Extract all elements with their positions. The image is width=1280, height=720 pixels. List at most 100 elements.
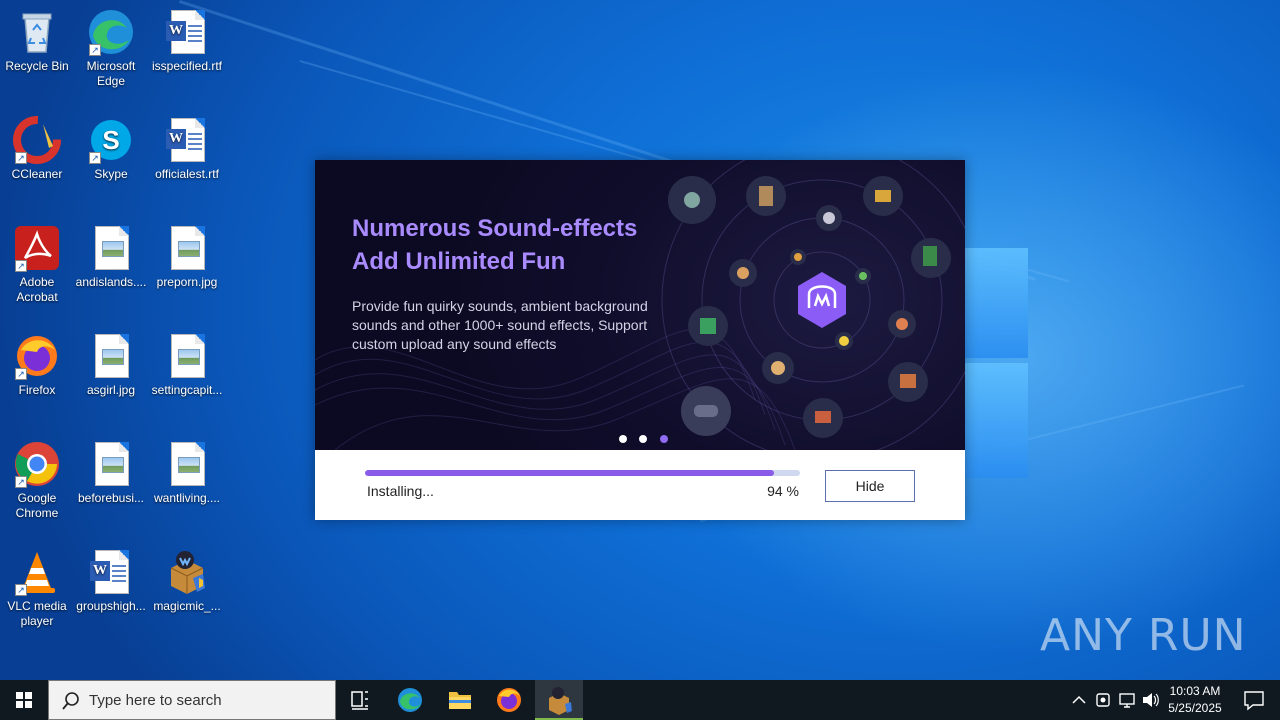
- installer-window: Numerous Sound-effects Add Unlimited Fun…: [315, 160, 965, 520]
- icon-label: Adobe Acrobat: [16, 275, 58, 304]
- security-icon: [1096, 693, 1110, 707]
- image-file-icon: [163, 224, 211, 272]
- desktop-icon-settingcapit-jpg[interactable]: settingcapit...: [150, 332, 224, 398]
- desktop-icon-isspecified-rtf[interactable]: W isspecified.rtf: [150, 8, 224, 74]
- icon-label: VLC media player: [7, 599, 67, 628]
- image-file-icon: [163, 332, 211, 380]
- desktop-icon-skype[interactable]: S ↗ Skype: [74, 116, 148, 182]
- taskbar-firefox[interactable]: [485, 680, 533, 720]
- word-document-icon: W: [163, 116, 211, 164]
- desktop-icon-ccleaner[interactable]: ↗ CCleaner: [0, 116, 74, 182]
- vlc-cone-icon: ↗: [13, 548, 61, 596]
- desktop-icon-microsoft-edge[interactable]: ↗ Microsoft Edge: [74, 8, 148, 89]
- desktop-icon-andislands-jpg[interactable]: andislands....: [74, 224, 148, 290]
- icon-label: isspecified.rtf: [151, 59, 223, 73]
- desktop-icon-magicmic-installer[interactable]: magicmic_...: [150, 548, 224, 614]
- desktop-icon-groupshigh-rtf[interactable]: W groupshigh...: [74, 548, 148, 614]
- google-chrome-icon: ↗: [13, 440, 61, 488]
- icon-label: Firefox: [18, 383, 56, 397]
- installer-package-icon: [163, 548, 211, 596]
- carousel-dot-1[interactable]: [619, 435, 627, 443]
- carousel-dots: [619, 430, 676, 443]
- install-status-text: Installing...: [367, 483, 434, 499]
- folder-icon: [449, 692, 471, 709]
- firefox-icon: [497, 688, 521, 712]
- desktop-icon-beforebusi-jpg[interactable]: beforebusi...: [74, 440, 148, 506]
- icon-label: wantliving....: [153, 491, 221, 505]
- windows-start-icon: [16, 692, 32, 708]
- show-hidden-icons-button[interactable]: [1068, 680, 1090, 720]
- tray-defender[interactable]: [1092, 680, 1114, 720]
- taskbar-search-box[interactable]: Type here to search: [48, 680, 336, 720]
- task-view-icon: [351, 691, 368, 710]
- notification-center-button[interactable]: [1234, 680, 1274, 720]
- icon-label: preporn.jpg: [156, 275, 218, 289]
- image-file-icon: [163, 440, 211, 488]
- icon-label: beforebusi...: [77, 491, 145, 505]
- icon-label: andislands....: [75, 275, 147, 289]
- install-progress-area: Installing... 94 % Hide: [315, 450, 965, 520]
- image-file-icon: [87, 224, 135, 272]
- desktop-icon-recycle-bin[interactable]: Recycle Bin: [0, 8, 74, 74]
- start-button[interactable]: [0, 680, 48, 720]
- desktop-icon-google-chrome[interactable]: ↗ Google Chrome: [0, 440, 74, 521]
- skype-icon: S ↗: [87, 116, 135, 164]
- tray-volume[interactable]: [1140, 680, 1162, 720]
- firefox-icon: ↗: [13, 332, 61, 380]
- icon-label: settingcapit...: [151, 383, 223, 397]
- desktop-icon-wantliving-jpg[interactable]: wantliving....: [150, 440, 224, 506]
- icon-label: asgirl.jpg: [86, 383, 136, 397]
- desktop-background: Recycle Bin ↗ CCleaner ↗ Adobe Acrobat ↗…: [0, 0, 1280, 680]
- desktop-icon-officialest-rtf[interactable]: W officialest.rtf: [150, 116, 224, 182]
- search-icon: [62, 692, 79, 710]
- notification-icon: [1244, 691, 1264, 711]
- banner-description: Provide fun quirky sounds, ambient backg…: [352, 298, 648, 352]
- watermark-text: ANY RUN: [1040, 610, 1247, 661]
- desktop-icon-firefox[interactable]: ↗ Firefox: [0, 332, 74, 398]
- adobe-acrobat-icon: ↗: [13, 224, 61, 272]
- edge-icon: [398, 688, 422, 712]
- installer-package-icon: [549, 687, 572, 715]
- desktop-icon-vlc-media-player[interactable]: ↗ VLC media player: [0, 548, 74, 629]
- banner-title-line2: Add Unlimited Fun: [352, 248, 566, 275]
- taskbar-magicmic-installer[interactable]: [535, 680, 583, 720]
- tray-network[interactable]: [1116, 680, 1138, 720]
- icon-label: Microsoft Edge: [86, 59, 136, 88]
- icon-label: Recycle Bin: [5, 59, 69, 73]
- desktop-icon-adobe-acrobat[interactable]: ↗ Adobe Acrobat: [0, 224, 74, 305]
- desktop-icon-asgirl-jpg[interactable]: asgirl.jpg: [74, 332, 148, 398]
- image-file-icon: [87, 332, 135, 380]
- word-document-icon: W: [87, 548, 135, 596]
- icon-label: Skype: [94, 167, 128, 181]
- taskbar: Type here to search 10:03 AM 5/25/2025: [0, 680, 1280, 720]
- banner-title-line1: Numerous Sound-effects: [352, 215, 638, 242]
- task-view-button[interactable]: [336, 680, 384, 720]
- hide-button[interactable]: Hide: [825, 470, 915, 502]
- taskbar-clock[interactable]: 10:03 AM 5/25/2025: [1162, 683, 1228, 717]
- taskbar-file-explorer[interactable]: [436, 680, 484, 720]
- word-document-icon: W: [163, 8, 211, 56]
- clock-date: 5/25/2025: [1168, 701, 1222, 715]
- edge-icon: ↗: [87, 8, 135, 56]
- promo-banner: Numerous Sound-effects Add Unlimited Fun…: [315, 160, 965, 450]
- speaker-icon: [1143, 693, 1159, 707]
- network-icon: [1119, 693, 1135, 708]
- desktop-icon-preporn-jpg[interactable]: preporn.jpg: [150, 224, 224, 290]
- icon-label: officialest.rtf: [155, 167, 219, 181]
- ccleaner-icon: ↗: [13, 116, 61, 164]
- icon-label: Google Chrome: [15, 491, 59, 520]
- carousel-dot-3[interactable]: [659, 435, 668, 443]
- taskbar-edge[interactable]: [386, 680, 434, 720]
- icon-label: CCleaner: [11, 167, 63, 181]
- clock-time: 10:03 AM: [1169, 684, 1221, 698]
- anyrun-watermark: ANY RUN: [1040, 610, 1247, 661]
- progress-bar-fill: [365, 470, 774, 476]
- icon-label: magicmic_...: [153, 599, 221, 613]
- svg-text:S: S: [102, 125, 119, 155]
- banner-title: Numerous Sound-effects Add Unlimited Fun: [352, 212, 682, 278]
- search-placeholder: Type here to search: [89, 692, 222, 709]
- chevron-up-icon: [1072, 695, 1086, 704]
- progress-bar-track: [365, 470, 800, 476]
- image-file-icon: [87, 440, 135, 488]
- recycle-bin-icon: [13, 8, 61, 56]
